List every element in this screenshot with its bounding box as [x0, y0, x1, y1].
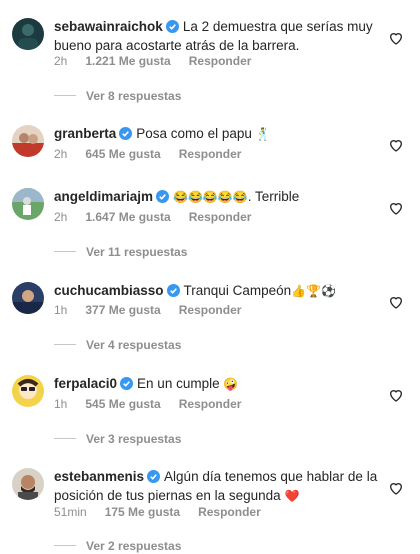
comment-time: 2h [54, 147, 68, 161]
heart-icon[interactable] [388, 387, 404, 403]
view-replies-label[interactable]: Ver 2 respuestas [86, 539, 181, 553]
emoji: 🕺 [255, 127, 271, 141]
comment-text: Posa como el papu [136, 126, 252, 141]
username[interactable]: cuchucambiasso [54, 283, 164, 298]
comment-text: Tranqui Campeón [183, 283, 292, 298]
comment-text-line2: posición de tus piernas en la segunda [54, 488, 281, 503]
avatar[interactable] [12, 282, 44, 314]
emoji: 🤪 [223, 377, 239, 391]
verified-badge-icon [156, 190, 170, 207]
username[interactable]: angeldimariajm [54, 189, 153, 204]
comment-text-line2: bueno para acostarte atrás de la barrera… [54, 38, 300, 53]
avatar[interactable] [12, 125, 44, 157]
heart-icon[interactable] [388, 200, 404, 216]
likes-count[interactable]: 377 Me gusta [85, 303, 160, 317]
verified-badge-icon [147, 470, 161, 487]
heart-icon[interactable] [388, 137, 404, 153]
heart-icon[interactable] [388, 294, 404, 310]
emoji: 😂😂😂😂😂 [173, 190, 248, 204]
view-replies-button[interactable]: Ver 3 respuestas [54, 432, 181, 446]
heart-icon[interactable] [388, 30, 404, 46]
heart-icon[interactable] [388, 480, 404, 496]
likes-count[interactable]: 175 Me gusta [105, 505, 180, 519]
replies-line [54, 545, 76, 546]
avatar[interactable] [12, 468, 44, 500]
reply-button[interactable]: Responder [198, 505, 261, 519]
view-replies-label[interactable]: Ver 3 respuestas [86, 432, 181, 446]
username[interactable]: estebanmenis [54, 469, 144, 484]
verified-badge-icon [120, 377, 134, 394]
reply-button[interactable]: Responder [189, 210, 252, 224]
view-replies-label[interactable]: Ver 4 respuestas [86, 338, 181, 352]
comment-time: 2h [54, 54, 68, 68]
view-replies-button[interactable]: Ver 8 respuestas [54, 89, 181, 103]
verified-badge-icon [119, 127, 133, 144]
comment-time: 1h [54, 397, 68, 411]
verified-badge-icon [166, 284, 180, 301]
view-replies-button[interactable]: Ver 4 respuestas [54, 338, 181, 352]
comment-time: 1h [54, 303, 68, 317]
likes-count[interactable]: 545 Me gusta [85, 397, 160, 411]
replies-line [54, 251, 76, 252]
likes-count[interactable]: 645 Me gusta [85, 147, 160, 161]
verified-badge-icon [165, 20, 179, 37]
reply-button[interactable]: Responder [179, 397, 242, 411]
likes-count[interactable]: 1.221 Me gusta [85, 54, 170, 68]
comment-text: En un cumple [137, 376, 220, 391]
avatar[interactable] [12, 375, 44, 407]
emoji: 👍🏆⚽ [291, 284, 336, 298]
view-replies-button[interactable]: Ver 2 respuestas [54, 539, 181, 553]
view-replies-button[interactable]: Ver 11 respuestas [54, 245, 187, 259]
reply-button[interactable]: Responder [189, 54, 252, 68]
comment-text: Algún día tenemos que hablar de la [164, 469, 378, 484]
view-replies-label[interactable]: Ver 11 respuestas [86, 245, 187, 259]
reply-button[interactable]: Responder [179, 147, 242, 161]
username[interactable]: ferpalaci0 [54, 376, 117, 391]
username[interactable]: sebawainraichok [54, 19, 163, 34]
likes-count[interactable]: 1.647 Me gusta [85, 210, 170, 224]
comment-text: . Terrible [247, 189, 300, 204]
replies-line [54, 95, 76, 96]
username[interactable]: granberta [54, 126, 116, 141]
avatar[interactable] [12, 18, 44, 50]
comment-time: 2h [54, 210, 68, 224]
reply-button[interactable]: Responder [179, 303, 242, 317]
comment-time: 51min [54, 505, 87, 519]
replies-line [54, 344, 76, 345]
replies-line [54, 438, 76, 439]
emoji: ❤️ [284, 489, 300, 503]
avatar[interactable] [12, 188, 44, 220]
view-replies-label[interactable]: Ver 8 respuestas [86, 89, 181, 103]
comment-text: La 2 demuestra que serías muy [182, 19, 373, 34]
